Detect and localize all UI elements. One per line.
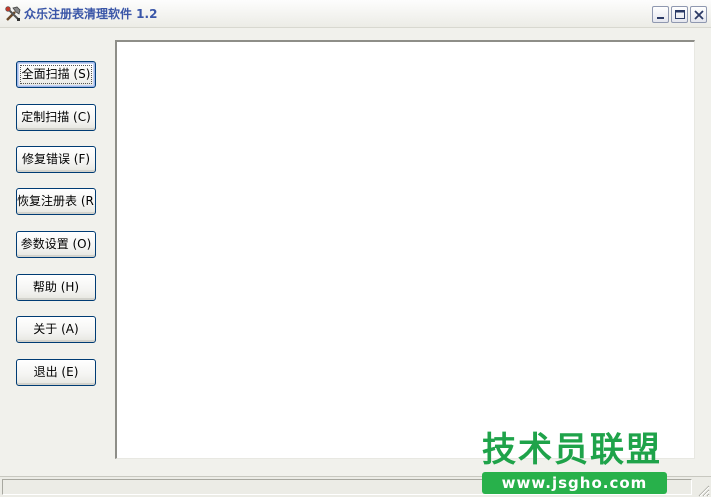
minimize-button[interactable] xyxy=(652,6,669,23)
watermark-url: www.jsgho.com xyxy=(482,472,667,494)
window-title: 众乐注册表清理软件 1.2 xyxy=(24,7,158,21)
fix-errors-button[interactable]: 修复错误 (F) xyxy=(16,146,96,173)
full-scan-label: 全面扫描 (S) xyxy=(21,67,91,81)
exit-label: 退出 (E) xyxy=(33,365,79,379)
fix-errors-label: 修复错误 (F) xyxy=(21,152,91,166)
resize-grip-icon[interactable] xyxy=(696,482,710,497)
full-scan-button[interactable]: 全面扫描 (S) xyxy=(16,61,96,88)
app-window: 众乐注册表清理软件 1.2 全面扫描 (S) 定制扫描 (C) 修复错误 (F)… xyxy=(0,0,711,497)
restore-registry-label: 恢复注册表 (R) xyxy=(17,194,96,208)
exit-button[interactable]: 退出 (E) xyxy=(16,359,96,386)
title-bar[interactable]: 众乐注册表清理软件 1.2 xyxy=(0,0,711,28)
watermark: 技术员联盟 www.jsgho.com xyxy=(482,430,667,495)
settings-button[interactable]: 参数设置 (O) xyxy=(16,231,96,258)
about-label: 关于 (A) xyxy=(33,322,79,336)
results-list[interactable] xyxy=(115,40,695,459)
custom-scan-label: 定制扫描 (C) xyxy=(21,110,91,124)
watermark-logo: 技术员联盟 xyxy=(482,430,662,470)
about-button[interactable]: 关于 (A) xyxy=(16,316,96,343)
close-icon xyxy=(694,10,704,20)
custom-scan-button[interactable]: 定制扫描 (C) xyxy=(16,104,96,131)
minimize-icon xyxy=(657,17,664,19)
tools-icon xyxy=(4,5,22,23)
restore-registry-button[interactable]: 恢复注册表 (R) xyxy=(16,188,96,215)
maximize-icon xyxy=(675,10,685,19)
help-label: 帮助 (H) xyxy=(32,280,80,294)
settings-label: 参数设置 (O) xyxy=(20,237,92,251)
help-button[interactable]: 帮助 (H) xyxy=(16,274,96,301)
close-button[interactable] xyxy=(690,6,707,23)
maximize-button[interactable] xyxy=(671,6,688,23)
